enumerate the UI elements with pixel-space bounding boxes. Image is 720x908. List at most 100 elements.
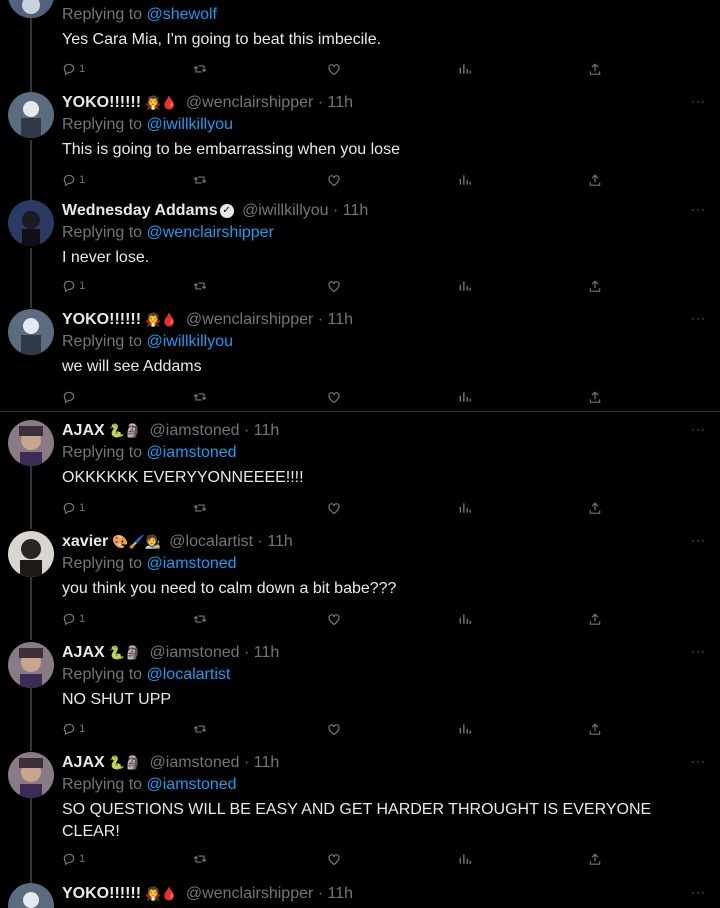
share-button[interactable]	[588, 499, 602, 517]
like-button[interactable]	[326, 60, 342, 78]
reply-button[interactable]	[62, 388, 76, 406]
mention-link[interactable]: @iwillkillyou	[147, 333, 233, 350]
share-button[interactable]	[588, 720, 602, 738]
more-options-button[interactable]: ···	[691, 422, 706, 436]
name-emoji: 🧛🩸	[145, 886, 178, 901]
handle-time[interactable]: @iamstoned · 11h	[150, 754, 280, 771]
tweet[interactable]: AJAX 🐍🗿 @iamstoned · 11h Replying to @loc…	[0, 642, 720, 742]
more-options-button[interactable]: ···	[691, 311, 706, 325]
like-button[interactable]	[326, 388, 342, 406]
retweet-button[interactable]	[192, 720, 208, 738]
display-name[interactable]: AJAX	[62, 644, 105, 661]
tweet[interactable]: Replying to @shewolf Yes Cara Mia, I'm g…	[0, 0, 720, 90]
mention-link[interactable]: @iamstoned	[147, 555, 237, 572]
display-name[interactable]: AJAX	[62, 422, 105, 439]
like-button[interactable]	[326, 720, 342, 738]
more-options-button[interactable]: ···	[691, 94, 706, 108]
more-options-button[interactable]: ···	[691, 885, 706, 899]
replying-to: Replying to @iamstoned	[62, 776, 237, 793]
like-button[interactable]	[326, 610, 342, 628]
like-button[interactable]	[326, 850, 342, 868]
views-button[interactable]	[458, 720, 472, 738]
reply-button[interactable]: 1	[62, 850, 85, 868]
mention-link[interactable]: @iamstoned	[147, 444, 237, 461]
retweet-button[interactable]	[192, 60, 208, 78]
retweet-button[interactable]	[192, 171, 208, 189]
mention-link[interactable]: @shewolf	[147, 6, 218, 23]
retweet-button[interactable]	[192, 388, 208, 406]
retweet-button[interactable]	[192, 610, 208, 628]
more-options-button[interactable]: ···	[691, 644, 706, 658]
avatar[interactable]	[8, 531, 54, 577]
more-options-button[interactable]: ···	[691, 533, 706, 547]
reply-button[interactable]: 1	[62, 171, 85, 189]
tweet[interactable]: YOKO!!!!!! 🧛🩸 @wenclairshipper · 11h ···	[0, 883, 720, 908]
reply-button[interactable]: 1	[62, 610, 85, 628]
tweet[interactable]: YOKO!!!!!! 🧛🩸 @wenclairshipper · 11h Repl…	[0, 309, 720, 409]
retweet-icon	[193, 504, 207, 512]
tweet[interactable]: xavier 🎨🖌️🧑‍🎨 @localartist · 11h Replying…	[0, 531, 720, 631]
handle-time[interactable]: @wenclairshipper · 11h	[186, 311, 353, 328]
retweet-button[interactable]	[192, 277, 208, 295]
heart-icon	[328, 280, 340, 292]
display-name[interactable]: Wednesday Addams	[62, 202, 218, 219]
reply-button[interactable]: 1	[62, 277, 85, 295]
avatar[interactable]	[8, 92, 54, 138]
reply-button[interactable]: 1	[62, 720, 85, 738]
tweet[interactable]: AJAX 🐍🗿 @iamstoned · 11h Replying to @iam…	[0, 752, 720, 877]
avatar[interactable]	[8, 883, 54, 908]
tweet[interactable]: AJAX 🐍🗿 @iamstoned · 11h Replying to @iam…	[0, 420, 720, 520]
handle-time[interactable]: @iamstoned · 11h	[150, 422, 280, 439]
retweet-button[interactable]	[192, 499, 208, 517]
avatar[interactable]	[8, 642, 54, 688]
handle-time[interactable]: @wenclairshipper · 11h	[186, 885, 353, 902]
views-button[interactable]	[458, 60, 472, 78]
mention-link[interactable]: @iamstoned	[147, 776, 237, 793]
like-button[interactable]	[326, 277, 342, 295]
mention-link[interactable]: @localartist	[147, 666, 231, 683]
replying-to: Replying to @localartist	[62, 666, 231, 683]
more-options-button[interactable]: ···	[691, 202, 706, 216]
mention-link[interactable]: @wenclairshipper	[147, 224, 274, 241]
share-button[interactable]	[588, 60, 602, 78]
share-button[interactable]	[588, 171, 602, 189]
tweet-text: NO SHUT UPP	[62, 691, 172, 708]
share-button[interactable]	[588, 610, 602, 628]
like-button[interactable]	[326, 499, 342, 517]
avatar[interactable]	[8, 752, 54, 798]
views-button[interactable]	[458, 277, 472, 295]
tweet[interactable]: YOKO!!!!!! 🧛🩸 @wenclairshipper · 11h Repl…	[0, 92, 720, 197]
avatar[interactable]	[8, 309, 54, 355]
views-icon	[459, 281, 471, 291]
views-button[interactable]	[458, 499, 472, 517]
heart-icon	[328, 391, 340, 403]
views-button[interactable]	[458, 850, 472, 868]
display-name[interactable]: AJAX	[62, 754, 105, 771]
display-name[interactable]: YOKO!!!!!!	[62, 311, 141, 328]
views-button[interactable]	[458, 610, 472, 628]
display-name[interactable]: xavier	[62, 533, 108, 550]
mention-link[interactable]: @iwillkillyou	[147, 116, 233, 133]
handle-time[interactable]: @wenclairshipper · 11h	[186, 94, 353, 111]
views-icon	[459, 175, 471, 185]
retweet-button[interactable]	[192, 850, 208, 868]
tweet[interactable]: Wednesday Addams ✓ @iwillkillyou · 11h Re…	[0, 200, 720, 305]
reply-button[interactable]: 1	[62, 499, 85, 517]
avatar[interactable]	[8, 200, 54, 246]
avatar[interactable]	[8, 0, 54, 18]
more-options-button[interactable]: ···	[691, 754, 706, 768]
share-button[interactable]	[588, 388, 602, 406]
views-button[interactable]	[458, 171, 472, 189]
handle-time[interactable]: @iamstoned · 11h	[150, 644, 280, 661]
handle-time[interactable]: @localartist · 11h	[169, 533, 293, 550]
share-button[interactable]	[588, 277, 602, 295]
display-name[interactable]: YOKO!!!!!!	[62, 885, 141, 902]
views-button[interactable]	[458, 388, 472, 406]
share-button[interactable]	[588, 850, 602, 868]
handle-time[interactable]: @iwillkillyou · 11h	[242, 202, 368, 219]
avatar[interactable]	[8, 420, 54, 466]
display-name[interactable]: YOKO!!!!!!	[62, 94, 141, 111]
like-button[interactable]	[326, 171, 342, 189]
heart-icon	[328, 174, 340, 186]
reply-button[interactable]: 1	[62, 60, 85, 78]
